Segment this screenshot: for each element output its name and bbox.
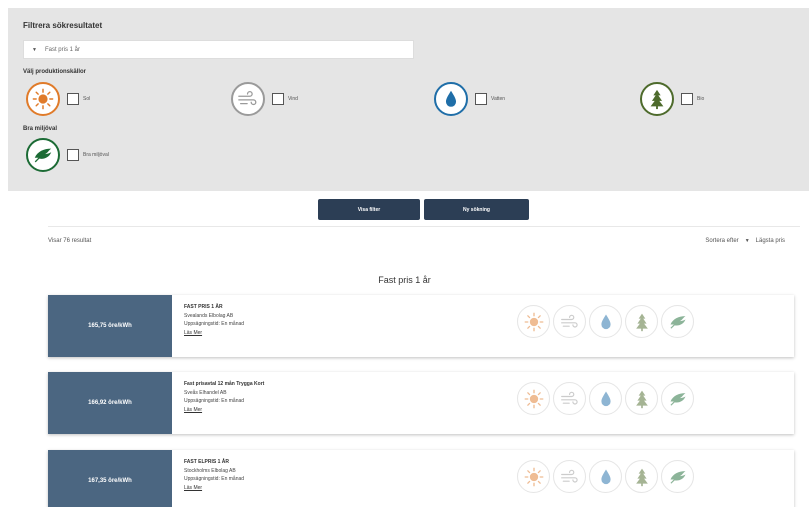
results-count: Visar 76 resultat: [48, 238, 92, 244]
read-more-link[interactable]: Läs Mer: [184, 406, 264, 415]
leaf-icon: [661, 460, 694, 493]
eco-checkbox-label: Bra miljöval: [83, 152, 109, 158]
company-name: Sveås Elhandel AB: [184, 389, 227, 396]
result-card[interactable]: 166,92 öre/kWh Fast prisavtal 12 mån Try…: [48, 372, 794, 434]
notice-period: Uppsägningstid: En månad: [184, 321, 245, 327]
card-info: FAST PRIS 1 ÅR Svealands Elbolag AB Upps…: [184, 303, 244, 337]
card-info: FAST ELPRIS 1 ÅR Stockholms Elbolag AB U…: [184, 458, 244, 492]
sol-checkbox-label: Sol: [83, 96, 91, 102]
result-card[interactable]: 165,75 öre/kWh FAST PRIS 1 ÅR Svealands …: [48, 295, 794, 357]
sun-icon[interactable]: [26, 82, 60, 116]
price-box: 166,92 öre/kWh: [48, 372, 172, 434]
wind-icon[interactable]: [231, 82, 265, 116]
product-name: FAST ELPRIS 1 ÅR: [184, 459, 230, 465]
new-search-button[interactable]: Ny sökning: [424, 199, 529, 220]
read-more-link[interactable]: Läs Mer: [184, 329, 244, 338]
water-drop-icon: [589, 460, 622, 493]
water-drop-icon[interactable]: [434, 82, 468, 116]
company-name: Stockholms Elbolag AB: [184, 467, 236, 474]
wind-icon: [553, 305, 586, 338]
source-icons: [517, 382, 694, 415]
wind-icon: [553, 382, 586, 415]
water-drop-icon: [589, 305, 622, 338]
vind-checkbox-label: Vind: [288, 96, 298, 102]
eco-checkbox[interactable]: [67, 149, 79, 161]
sun-icon: [517, 382, 550, 415]
sun-icon: [517, 460, 550, 493]
vatten-checkbox[interactable]: [475, 93, 487, 105]
chevron-down-icon: ▼: [744, 238, 750, 244]
tree-icon[interactable]: [640, 82, 674, 116]
group-heading: Fast pris 1 år: [378, 275, 431, 285]
tree-icon: [625, 460, 658, 493]
source-vatten: Vatten: [434, 82, 505, 116]
eco-label: Bra miljöval: [23, 126, 58, 132]
wind-icon: [553, 460, 586, 493]
company-name: Svealands Elbolag AB: [184, 312, 234, 319]
leaf-icon: [661, 305, 694, 338]
vind-checkbox[interactable]: [272, 93, 284, 105]
leaf-icon: [661, 382, 694, 415]
source-vind: Vind: [231, 82, 298, 116]
sort-value: Lägsta pris: [755, 238, 785, 244]
water-drop-icon: [589, 382, 622, 415]
sol-checkbox[interactable]: [67, 93, 79, 105]
product-type-select-value: Fast pris 1 år: [44, 46, 80, 53]
filter-panel: Filtrera sökresultatet ▼ Fast pris 1 år …: [8, 8, 809, 191]
price-box: 167,35 öre/kWh: [48, 450, 172, 507]
chevron-down-icon: ▼: [32, 46, 37, 53]
show-filter-button[interactable]: Visa filter: [318, 199, 420, 220]
read-more-link[interactable]: Läs Mer: [184, 484, 244, 493]
tree-icon: [625, 382, 658, 415]
price-box: 165,75 öre/kWh: [48, 295, 172, 357]
result-card[interactable]: 167,35 öre/kWh FAST ELPRIS 1 ÅR Stockhol…: [48, 450, 794, 507]
card-info: Fast prisavtal 12 mån Trygga Kort Sveås …: [184, 380, 264, 414]
product-name: FAST PRIS 1 ÅR: [184, 304, 223, 310]
tree-icon: [625, 305, 658, 338]
vatten-checkbox-label: Vatten: [491, 96, 506, 102]
sun-icon: [517, 305, 550, 338]
product-name: Fast prisavtal 12 mån Trygga Kort: [184, 381, 265, 387]
source-bio: Bio: [640, 82, 704, 116]
notice-period: Uppsägningstid: En månad: [184, 398, 245, 404]
sources-label: Välj produktionskällor: [23, 69, 87, 75]
source-icons: [517, 460, 694, 493]
filter-title: Filtrera sökresultatet: [23, 21, 103, 30]
bio-checkbox-label: Bio: [697, 96, 705, 102]
notice-period: Uppsägningstid: En månad: [184, 476, 245, 482]
product-type-select[interactable]: ▼ Fast pris 1 år: [23, 40, 414, 59]
eco-choice: Bra miljöval: [26, 138, 109, 172]
bio-checkbox[interactable]: [681, 93, 693, 105]
source-sol: Sol: [26, 82, 90, 116]
sort-label: Sortera efter: [705, 238, 739, 244]
leaf-icon[interactable]: [26, 138, 60, 172]
sort-control[interactable]: Sortera efter ▼ Lägsta pris: [705, 238, 785, 244]
source-icons: [517, 305, 694, 338]
divider: [48, 226, 800, 227]
